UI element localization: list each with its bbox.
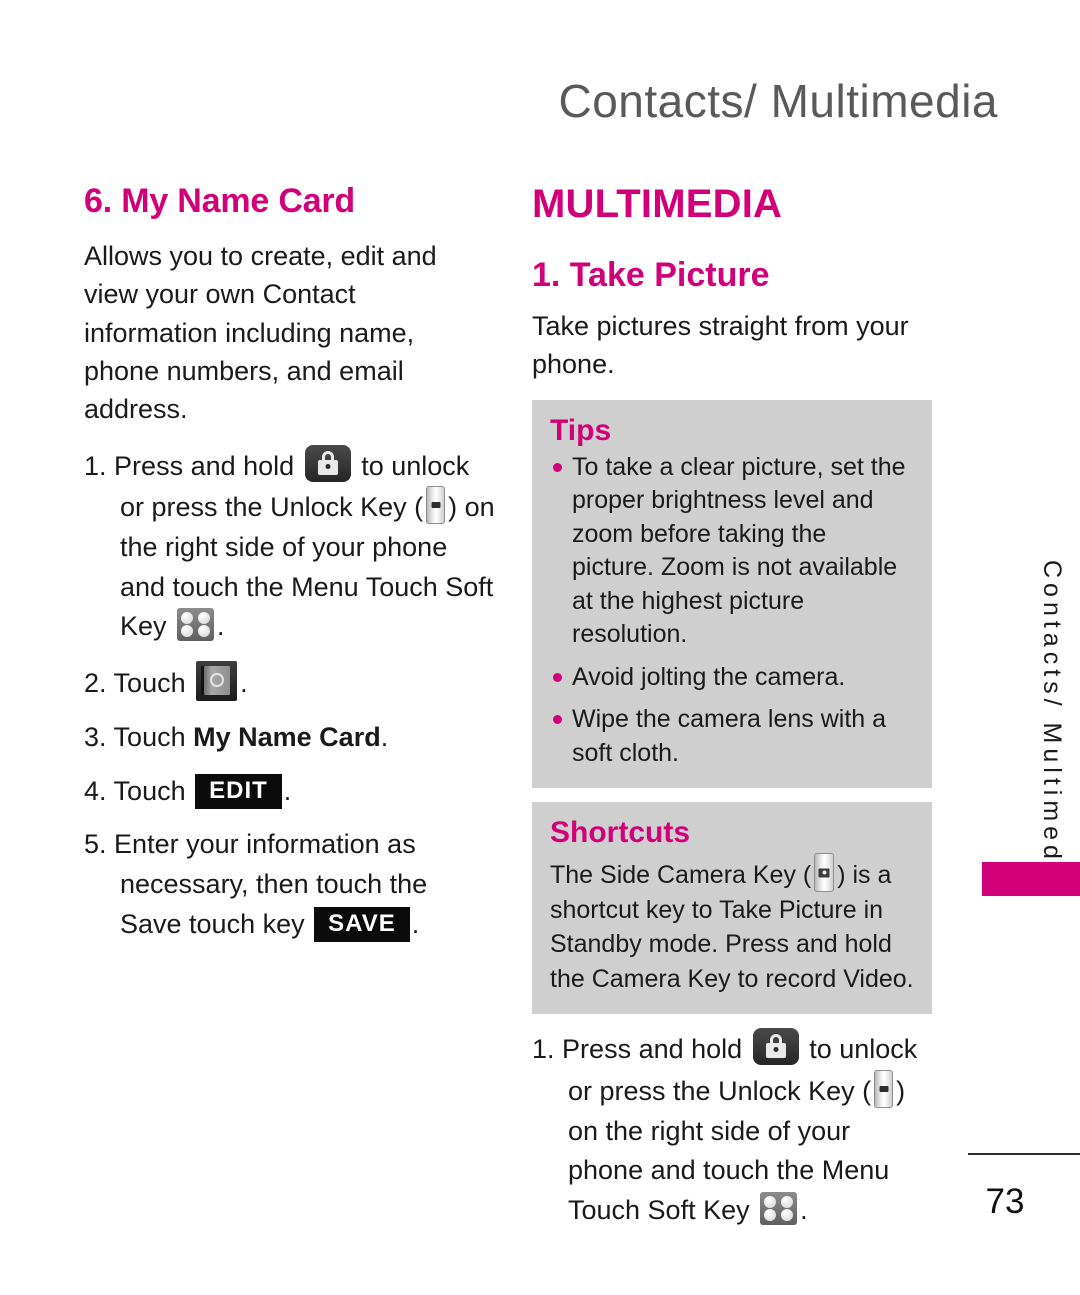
step-number: 2. [84, 668, 107, 699]
list-item: Avoid jolting the camera. [550, 661, 914, 695]
tips-title: Tips [550, 413, 612, 447]
unlock-key-icon [874, 1069, 894, 1108]
step-bold-label: My Name Card [193, 721, 381, 752]
section-heading-my-name-card: 6. My Name Card [84, 182, 355, 220]
step-number: 1. [532, 1034, 555, 1065]
shortcuts-text-part1: The Side Camera Key ( [550, 861, 812, 890]
tips-list: To take a clear picture, set the proper … [550, 451, 914, 771]
right-column: MULTIMEDIA 1. Take Picture Take pictures… [532, 182, 932, 1245]
list-item: 4. Touch EDIT. [84, 772, 496, 812]
list-item: 1. Press and hold to unlock or press the… [84, 444, 496, 647]
step-text-part2: . [283, 775, 292, 806]
footer-divider [968, 1153, 1080, 1155]
step-text-part2: . [411, 908, 420, 939]
list-item: To take a clear picture, set the proper … [550, 451, 914, 652]
unlock-key-icon [426, 486, 446, 525]
shortcuts-body: The Side Camera Key () is a shortcut key… [550, 853, 914, 996]
step-number: 4. [84, 775, 107, 806]
step-text-part1: Touch [113, 775, 186, 806]
my-name-card-steps: 1. Press and hold to unlock or press the… [84, 444, 496, 945]
list-item: Wipe the camera lens with a soft cloth. [550, 703, 914, 770]
menu-touch-soft-key-icon [177, 608, 215, 642]
take-picture-steps: 1. Press and hold to unlock or press the… [532, 1028, 932, 1230]
list-item: 2. Touch . [84, 661, 496, 704]
step-text-part1: Touch [113, 668, 186, 699]
step-text-part4: . [217, 611, 225, 642]
tips-box: Tips To take a clear picture, set the pr… [532, 399, 932, 789]
menu-touch-soft-key-icon [760, 1192, 798, 1225]
shortcuts-box: Shortcuts The Side Camera Key () is a sh… [532, 802, 932, 1015]
side-tab-marker [982, 862, 1080, 896]
page-header-title: Contacts/ Multimedia [558, 75, 998, 127]
step-text-part1: Touch [113, 721, 186, 752]
side-camera-key-icon [814, 853, 835, 893]
step-number: 3. [84, 721, 107, 752]
step-text-part2: . [240, 668, 248, 699]
section-heading-multimedia: MULTIMEDIA [532, 182, 783, 226]
my-name-card-intro: Allows you to create, edit and view your… [84, 241, 437, 425]
step-text-part2: . [380, 721, 389, 752]
contacts-icon [196, 661, 238, 702]
step-text-part4: . [800, 1195, 808, 1225]
subsection-heading-take-picture: 1. Take Picture [532, 256, 770, 294]
step-number: 1. [84, 450, 107, 481]
shortcuts-title: Shortcuts [550, 816, 691, 850]
lock-icon [304, 444, 351, 482]
list-item: 3. Touch My Name Card. [84, 718, 496, 758]
page-number: 73 [985, 1182, 1025, 1221]
side-tab-label: Contacts/ Multimedia [1038, 560, 1066, 894]
list-item: 5. Enter your information as necessary, … [84, 825, 496, 944]
edit-softkey-label: EDIT [195, 773, 282, 809]
save-softkey-label: SAVE [314, 906, 410, 942]
step-number: 5. [84, 829, 107, 860]
step-text-part1: Press and hold [562, 1034, 743, 1065]
step-text-part1: Press and hold [114, 450, 295, 481]
take-picture-intro: Take pictures straight from your phone. [532, 311, 909, 380]
list-item: 1. Press and hold to unlock or press the… [532, 1028, 932, 1230]
left-column: 6. My Name Card Allows you to create, ed… [84, 182, 496, 958]
lock-icon [752, 1028, 799, 1066]
